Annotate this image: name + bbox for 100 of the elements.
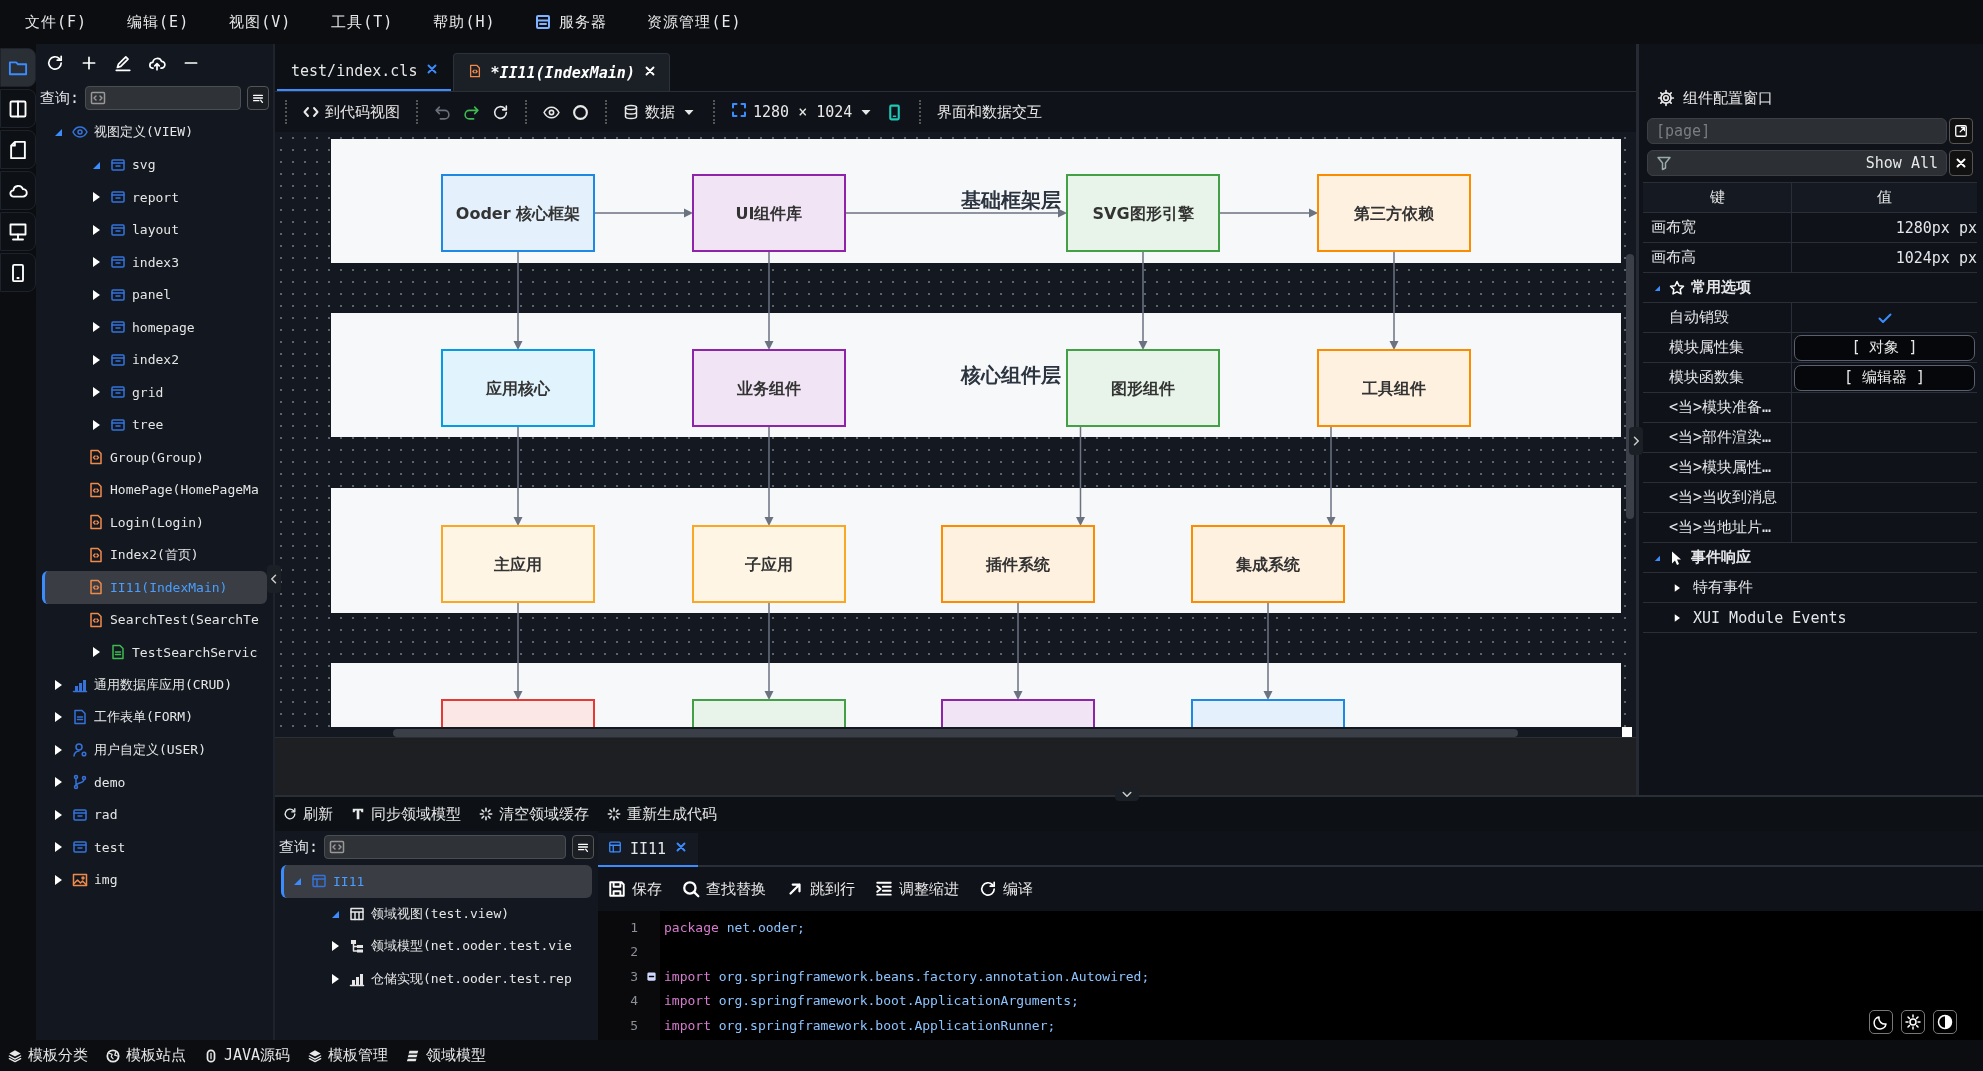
menu-item[interactable]: 文件(F) (25, 12, 88, 32)
menu-item[interactable]: 服务器 (535, 12, 608, 32)
diagram-node[interactable]: 应用核心 (441, 349, 595, 427)
tree-item[interactable]: HomePage(HomePageMa (42, 473, 267, 506)
event-group[interactable]: 特有事件 (1643, 573, 1977, 602)
event-group[interactable]: XUI Module Events (1643, 603, 1977, 632)
refresh-button[interactable] (492, 103, 509, 121)
diagram-node[interactable]: UI组件库 (692, 174, 846, 252)
editor-button[interactable]: [ 编辑器 ] (1794, 364, 1975, 391)
activity-button[interactable] (0, 253, 36, 292)
diagram-node[interactable]: 集成系统 (1191, 525, 1345, 603)
diagram-node[interactable] (441, 699, 595, 728)
activity-button[interactable] (0, 171, 36, 210)
tree-item[interactable]: svg (42, 148, 267, 181)
diagram-node[interactable] (941, 699, 1095, 728)
tree-item[interactable]: 视图定义(VIEW) (42, 116, 267, 149)
path-field[interactable]: [page] (1647, 118, 1947, 144)
resize-handle[interactable] (1622, 727, 1632, 737)
tree-item[interactable]: II11(IndexMain) (42, 571, 267, 604)
diagram-node[interactable]: 子应用 (692, 525, 846, 603)
toolbar-button[interactable]: 重新生成代码 (607, 804, 717, 824)
toolbar-button[interactable]: 保存 (608, 879, 662, 899)
tree-item[interactable]: SearchTest(SearchTe (42, 603, 267, 636)
toolbar-button[interactable]: 查找替换 (682, 879, 766, 899)
toolbar-button[interactable]: 同步领域模型 (351, 804, 461, 824)
diagram-node[interactable]: 插件系统 (941, 525, 1095, 603)
toolbar-button[interactable]: 编译 (979, 879, 1033, 899)
tree-item[interactable]: TestSearchServic (42, 636, 267, 669)
diagram-node[interactable] (1191, 699, 1345, 728)
tree-item[interactable]: 用户自定义(USER) (42, 733, 267, 766)
diagram-node[interactable]: 主应用 (441, 525, 595, 603)
diagram-node[interactable]: 工具组件 (1317, 349, 1471, 427)
tree-item[interactable]: panel (42, 278, 267, 311)
tree-item[interactable]: index3 (42, 246, 267, 279)
pencil-icon[interactable] (114, 54, 132, 72)
tree-item[interactable]: test (42, 831, 267, 864)
activity-button[interactable] (0, 89, 36, 128)
status-item[interactable]: 领域模型 (406, 1046, 487, 1065)
toolbar-button[interactable]: 调整缩进 (875, 879, 959, 899)
tree-item[interactable]: 仓储实现(net.ooder.test.rep (281, 962, 592, 995)
query-field[interactable] (324, 835, 566, 859)
collapse-handle[interactable] (267, 565, 281, 593)
tree-item[interactable]: rad (42, 798, 267, 831)
property-group[interactable]: 常用选项 (1643, 273, 1977, 302)
editor-tab[interactable]: *II11(IndexMain) (453, 53, 670, 91)
tree-item[interactable]: tree (42, 408, 267, 441)
data-dropdown[interactable]: 数据 (623, 102, 697, 122)
diagram-node[interactable] (692, 699, 846, 728)
editor-button[interactable]: [ 对象 ] (1794, 334, 1975, 361)
tree-item[interactable]: Login(Login) (42, 506, 267, 539)
dark-theme-button[interactable] (1869, 1010, 1893, 1034)
clear-button[interactable] (1949, 150, 1973, 176)
tree-item[interactable]: 领域模型(net.ooder.test.vie (281, 930, 592, 963)
status-item[interactable]: JAVA源码 (204, 1046, 291, 1065)
tree-item[interactable]: Index2(首页) (42, 538, 267, 571)
activity-button[interactable] (0, 130, 36, 169)
tree-item[interactable]: index2 (42, 343, 267, 376)
code-view-button[interactable]: 到代码视图 (303, 102, 400, 122)
activity-button[interactable] (0, 212, 36, 251)
close-icon[interactable] (642, 63, 657, 78)
tree-item[interactable]: demo (42, 766, 267, 799)
collapse-handle[interactable] (1115, 787, 1139, 801)
status-item[interactable]: 模板站点 (106, 1046, 186, 1065)
code-tab[interactable]: II11 (598, 833, 699, 867)
property-group[interactable]: 事件响应 (1643, 543, 1977, 572)
redo-button[interactable] (463, 103, 480, 121)
status-item[interactable]: 模板分类 (8, 1046, 88, 1065)
tree-item[interactable]: layout (42, 213, 267, 246)
tree-item[interactable]: report (42, 181, 267, 214)
menu-item[interactable]: 工具(T) (331, 12, 394, 32)
filter-field[interactable]: Show All (1647, 150, 1947, 176)
canvas-size-dropdown[interactable]: 1280 × 1024 (731, 102, 875, 122)
toolbar-button[interactable]: 刷新 (283, 804, 333, 824)
diagram-node[interactable]: SVG图形引擎 (1066, 174, 1220, 252)
status-item[interactable]: 模板管理 (308, 1046, 389, 1065)
tree-item[interactable]: 工作表单(FORM) (42, 701, 267, 734)
toolbar-button[interactable]: 跳到行 (786, 879, 855, 899)
circle-button[interactable] (572, 103, 589, 121)
horizontal-scrollbar[interactable] (393, 729, 1518, 737)
open-external-button[interactable] (1949, 118, 1973, 144)
tree-item[interactable]: 通用数据库应用(CRUD) (42, 668, 267, 701)
contrast-theme-button[interactable] (1933, 1010, 1957, 1034)
menu-item[interactable]: 视图(V) (229, 12, 292, 32)
preview-button[interactable] (543, 103, 560, 121)
tree-item[interactable]: img (42, 863, 267, 896)
menu-item[interactable]: 资源管理(E) (647, 12, 742, 32)
diagram-node[interactable]: Ooder 核心框架 (441, 174, 595, 252)
query-field[interactable] (85, 86, 241, 110)
plus-icon[interactable] (80, 54, 98, 72)
tree-item[interactable]: 领域视图(test.view) (281, 897, 592, 930)
vertical-scrollbar[interactable] (1626, 254, 1634, 519)
menu-item[interactable]: 编辑(E) (127, 12, 190, 32)
tree-item[interactable]: homepage (42, 311, 267, 344)
tree-item[interactable]: grid (42, 376, 267, 409)
code-editor[interactable]: 1 package net.ooder; 2 3 import org.springframework.beans.factory.annotation.Autowired; 4 import org.springframework.boot.ApplicationArguments; 5 import org.springframework.boot.ApplicationRunner; (598, 911, 1983, 1040)
diagram-node[interactable]: 业务组件 (692, 349, 846, 427)
diagram-node[interactable]: 图形组件 (1066, 349, 1220, 427)
query-options-button[interactable] (572, 835, 594, 859)
refresh-icon[interactable] (46, 54, 64, 72)
light-theme-button[interactable] (1901, 1010, 1925, 1034)
